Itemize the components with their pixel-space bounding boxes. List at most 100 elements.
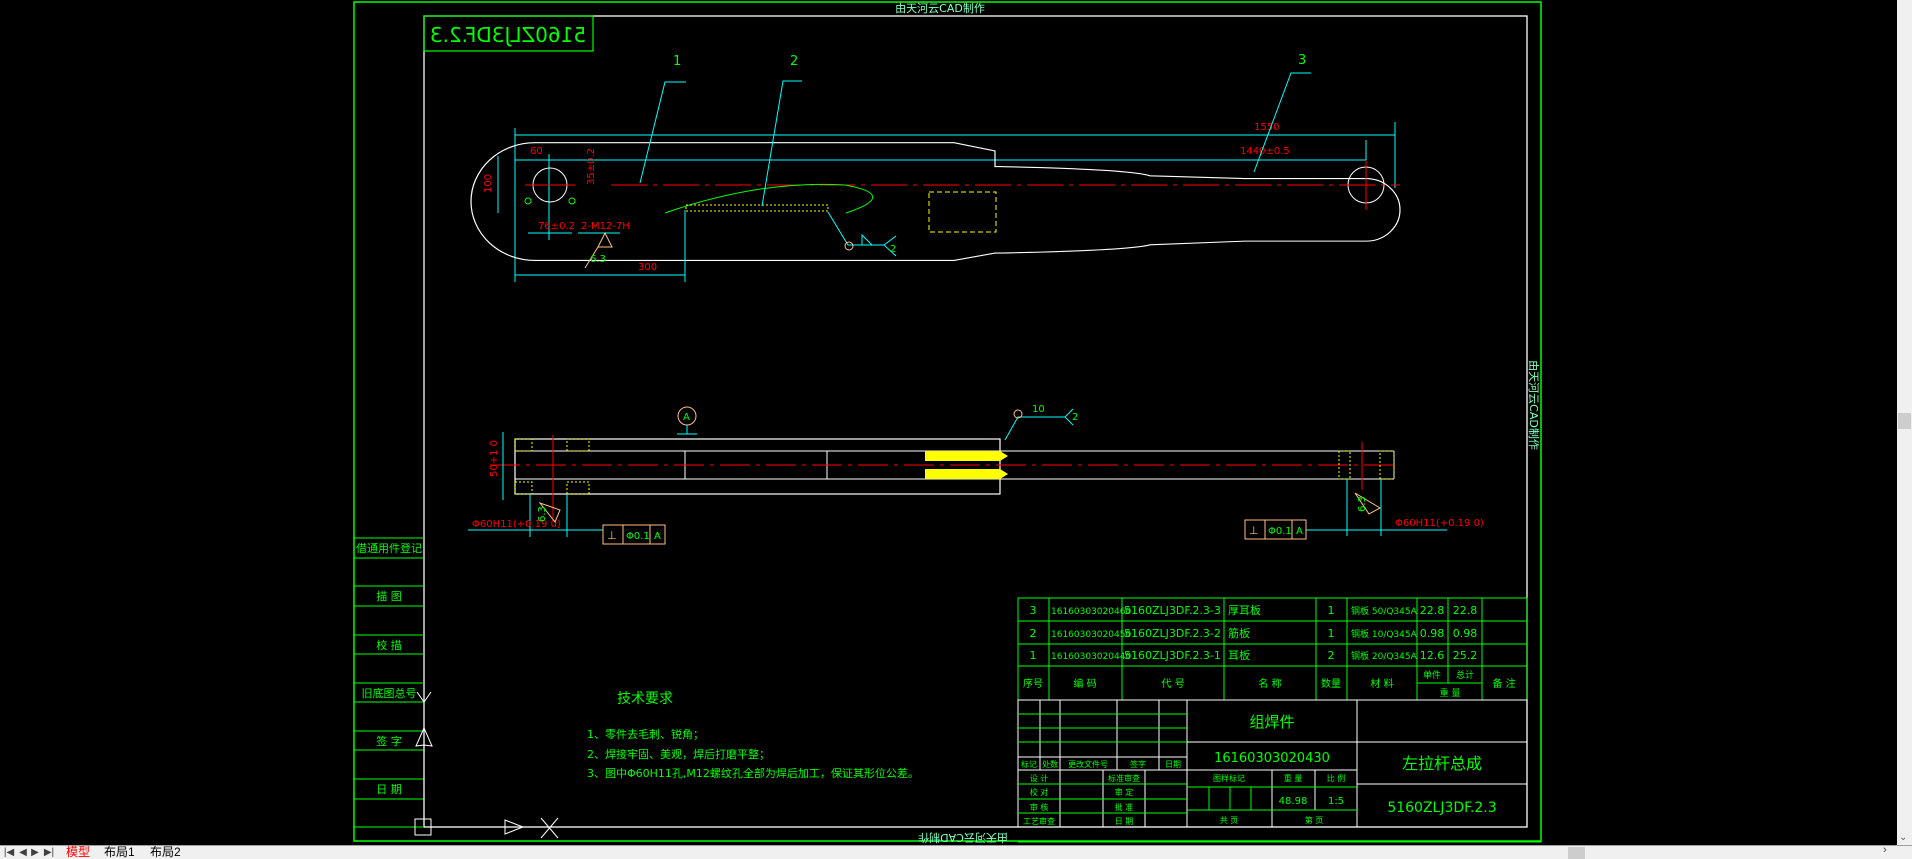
datum-label: A (683, 412, 690, 423)
svg-text:标记: 标记 (1021, 759, 1037, 769)
parts-table-row: 3 161603030204605160ZLJ3DF.2.3-3 厚耳板 1 钢板 50… (1030, 603, 1478, 617)
parts-cell: 厚耳板 (1228, 603, 1261, 617)
scroll-down-icon[interactable]: ⌄ (1899, 832, 1907, 843)
parts-cell: 25.2 (1453, 649, 1478, 662)
section-view: A 10 2 50+1 0 Φ60H11(+0.19 0) 6.3 ⊥ Φ0.1… (468, 404, 1484, 545)
top-view: 1550 1440±0.5 60 100 35±0.2 76±0.2 2-M12… (470, 53, 1401, 282)
parts-cell: 0.98 (1453, 627, 1478, 640)
svg-text:编 码: 编 码 (1073, 677, 1096, 690)
svg-text:总计: 总计 (1456, 669, 1474, 681)
part-code: 16160303020430 (1214, 751, 1330, 766)
svg-text:序号: 序号 (1023, 677, 1043, 690)
svg-text:⊥: ⊥ (1249, 524, 1259, 537)
parts-header: 序号 编 码 代 号 名 称 数量 材 料 单件 总计 重 量 备 注 (1023, 669, 1516, 699)
weld-length-label: 10 (1032, 404, 1045, 415)
svg-text:设 计: 设 计 (1030, 773, 1049, 783)
parts-cell: 22.8 (1420, 604, 1445, 617)
horizontal-scroll-thumb[interactable] (1568, 847, 1585, 859)
svg-text:代 号: 代 号 (1161, 678, 1184, 690)
parts-cell: 筋板 (1228, 626, 1250, 640)
svg-text:数量: 数量 (1321, 677, 1341, 690)
svg-text:校 描: 校 描 (376, 638, 402, 652)
first-tab-icon[interactable]: |◀ (2, 846, 16, 859)
cad-drawing-canvas[interactable]: 由天河云CAD制作 由天河云CAD制作 由天河云CAD制作 5160ZLJ3DF… (0, 0, 1897, 845)
drawing-name: 左拉杆总成 (1402, 754, 1482, 773)
svg-text:A: A (1296, 526, 1303, 537)
watermark-top: 由天河云CAD制作 (895, 1, 985, 15)
title-block: 标记 处数 更改文件号 签字 日期 设 计 校 对 审 核 工艺审查 标准审查 … (1017, 699, 1541, 843)
parts-cell: 1 (1328, 627, 1335, 640)
svg-text:比 例: 比 例 (1327, 773, 1346, 783)
next-tab-icon[interactable]: ▶ (28, 846, 42, 859)
weld-hatch (685, 204, 829, 212)
dim-300: 300 (638, 262, 657, 273)
svg-text:审 核: 审 核 (1030, 802, 1049, 812)
svg-text:单件: 单件 (1423, 669, 1441, 681)
tab-model[interactable]: 模型 (62, 846, 94, 859)
svg-text:重 量: 重 量 (1284, 773, 1303, 783)
tab-layout2[interactable]: 布局2 (146, 846, 185, 859)
dim-50: 50+1 0 (489, 440, 500, 477)
last-tab-icon[interactable]: ▶| (42, 846, 56, 859)
vertical-scroll-thumb[interactable] (1898, 413, 1911, 429)
svg-text:日期: 日期 (1165, 760, 1181, 769)
svg-text:借通用件登记: 借通用件登记 (356, 541, 422, 555)
parts-cell: 3 (1030, 604, 1037, 617)
drawing-number: 5160ZLJ3DF.2.3 (1387, 800, 1496, 816)
dim-60: 60 (530, 146, 543, 157)
svg-text:工艺审查: 工艺审查 (1023, 816, 1055, 826)
svg-text:图样标记: 图样标记 (1213, 773, 1245, 783)
svg-text:签字: 签字 (1130, 759, 1146, 769)
svg-text:处数: 处数 (1042, 759, 1058, 769)
parts-cell: 2 (1328, 649, 1335, 662)
dim-1440: 1440±0.5 (1240, 146, 1290, 157)
svg-text:1、零件去毛刺、锐角；: 1、零件去毛刺、锐角； (587, 727, 704, 741)
mirrored-drawing-number: 5160ZLJ3DF.2.3 (430, 23, 586, 47)
vertical-scrollbar[interactable]: ⌄ (1897, 0, 1912, 845)
parts-cell: 16160303020440 (1051, 652, 1131, 662)
svg-text:批 准: 批 准 (1115, 802, 1134, 812)
balloon-2: 2 (790, 54, 798, 69)
weld-size-top: 2 (890, 244, 896, 255)
svg-text:更改文件号: 更改文件号 (1068, 759, 1108, 769)
roughness-left: 6.3 (537, 506, 548, 522)
svg-text:第 页: 第 页 (1305, 815, 1324, 825)
hidden-insert (928, 191, 997, 233)
parts-cell: 1 (1328, 604, 1335, 617)
parts-cell: 5160ZLJ3DF.2.3-3 (1124, 604, 1221, 617)
hole-dim-right: Φ60H11(+0.19 0) (1395, 518, 1484, 529)
svg-text:旧底图总号: 旧底图总号 (362, 686, 417, 700)
dim-100: 100 (483, 174, 494, 193)
parts-cell: 耳板 (1228, 648, 1250, 662)
svg-text:校 对: 校 对 (1030, 787, 1049, 797)
ucs-icon (414, 691, 559, 839)
layout-tab-bar: |◀ ◀ ▶ ▶| 模型 布局1 布局2 › (0, 844, 1912, 859)
svg-text:2、焊接牢固、美观，焊后打磨平整；: 2、焊接牢固、美观，焊后打磨平整； (587, 747, 770, 761)
svg-text:Φ0.1: Φ0.1 (626, 531, 650, 542)
parts-cell: 1 (1030, 649, 1037, 662)
svg-text:A: A (654, 531, 661, 542)
watermark-bottom: 由天河云CAD制作 (918, 831, 1008, 845)
tolerance-frame-left: ⊥ Φ0.1 A (602, 524, 666, 545)
dim-1550: 1550 (1254, 122, 1279, 133)
stamp-column: 借通用件登记 描 图 校 描 旧底图总号 签 字 日 期 (354, 537, 424, 828)
part-type: 组焊件 (1249, 713, 1294, 731)
balloon-1: 1 (673, 54, 681, 69)
parts-cell: 16160303020460 (1051, 607, 1131, 617)
svg-text:日 期: 日 期 (1115, 817, 1134, 826)
svg-text:名 称: 名 称 (1258, 677, 1281, 690)
svg-text:共 页: 共 页 (1220, 816, 1239, 825)
weld-size-label: 2 (1072, 412, 1078, 423)
parts-table-row: 1 161603030204405160ZLJ3DF.2.3-1 耳板 2 钢板 20/… (1030, 648, 1478, 662)
svg-text:描 图: 描 图 (376, 589, 402, 603)
outer-frame (353, 1, 1542, 842)
scroll-right-icon[interactable]: › (1883, 844, 1887, 857)
parts-cell: 2 (1030, 627, 1037, 640)
svg-text:日 期: 日 期 (376, 783, 402, 796)
tab-layout1[interactable]: 布局1 (100, 846, 139, 859)
tech-req-title: 技术要求 (617, 691, 673, 707)
scale-value: 1:5 (1328, 796, 1344, 807)
thread-callout: 2-M12-7H (581, 221, 630, 232)
parts-cell: 0.98 (1420, 627, 1445, 640)
parts-cell: 钢板 50/Q345A (1351, 605, 1418, 617)
